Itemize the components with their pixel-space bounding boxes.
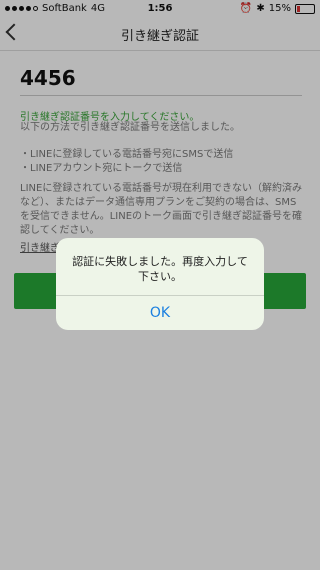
dialog-message: 認証に失敗しました。再度入力して下さい。 <box>72 255 248 283</box>
error-dialog: 認証に失敗しました。再度入力して下さい。 OK <box>56 238 264 330</box>
ok-button[interactable]: OK <box>56 296 264 330</box>
